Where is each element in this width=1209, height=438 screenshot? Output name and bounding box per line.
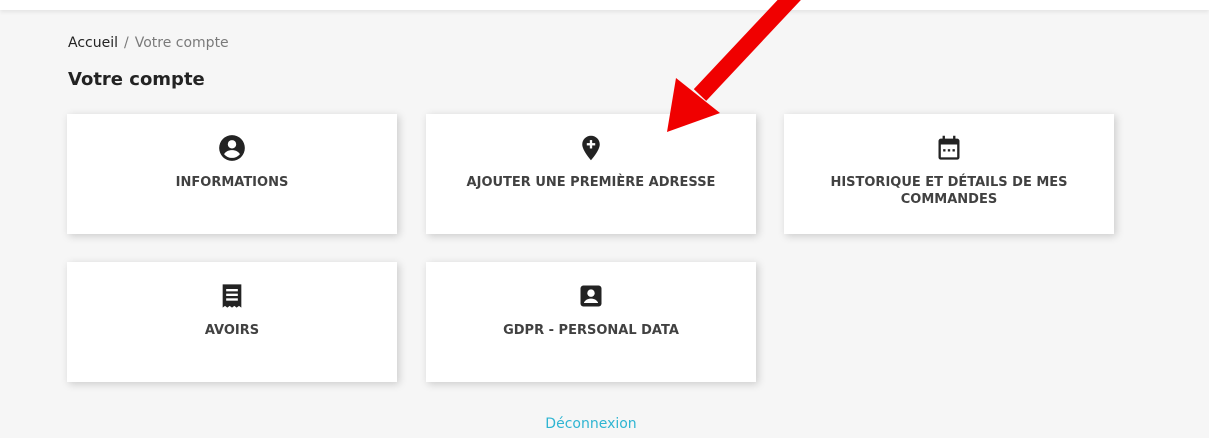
breadcrumb-current: Votre compte <box>134 35 229 51</box>
credit-slips-label: AVOIRS <box>204 323 260 338</box>
credit-slips-card[interactable]: AVOIRS <box>67 262 397 382</box>
informations-label: INFORMATIONS <box>175 175 289 190</box>
breadcrumb: Accueil / Votre compte <box>68 35 229 51</box>
gdpr-card[interactable]: GDPR - PERSONAL DATA <box>426 262 756 382</box>
order-history-card[interactable]: HISTORIQUE ET DÉTAILS DE MES COMMANDES <box>784 114 1114 234</box>
page-title: Votre compte <box>68 69 205 90</box>
account-page: Accueil / Votre compte Votre compte INFO… <box>0 0 1209 438</box>
calendar-icon <box>935 134 963 162</box>
header-bar <box>0 0 1209 10</box>
account-box-icon <box>577 282 605 310</box>
add-address-label: AJOUTER UNE PREMIÈRE ADRESSE <box>466 175 716 190</box>
logout-link[interactable]: Déconnexion <box>0 416 1182 432</box>
breadcrumb-home-link[interactable]: Accueil <box>68 35 118 51</box>
account-circle-icon <box>218 134 246 162</box>
receipt-icon <box>218 282 246 310</box>
order-history-label: HISTORIQUE ET DÉTAILS DE MES COMMANDES <box>830 175 1068 207</box>
breadcrumb-separator: / <box>124 35 129 51</box>
gdpr-label: GDPR - PERSONAL DATA <box>503 323 679 338</box>
informations-card[interactable]: INFORMATIONS <box>67 114 397 234</box>
add-address-card[interactable]: AJOUTER UNE PREMIÈRE ADRESSE <box>426 114 756 234</box>
add-location-icon <box>577 134 605 162</box>
